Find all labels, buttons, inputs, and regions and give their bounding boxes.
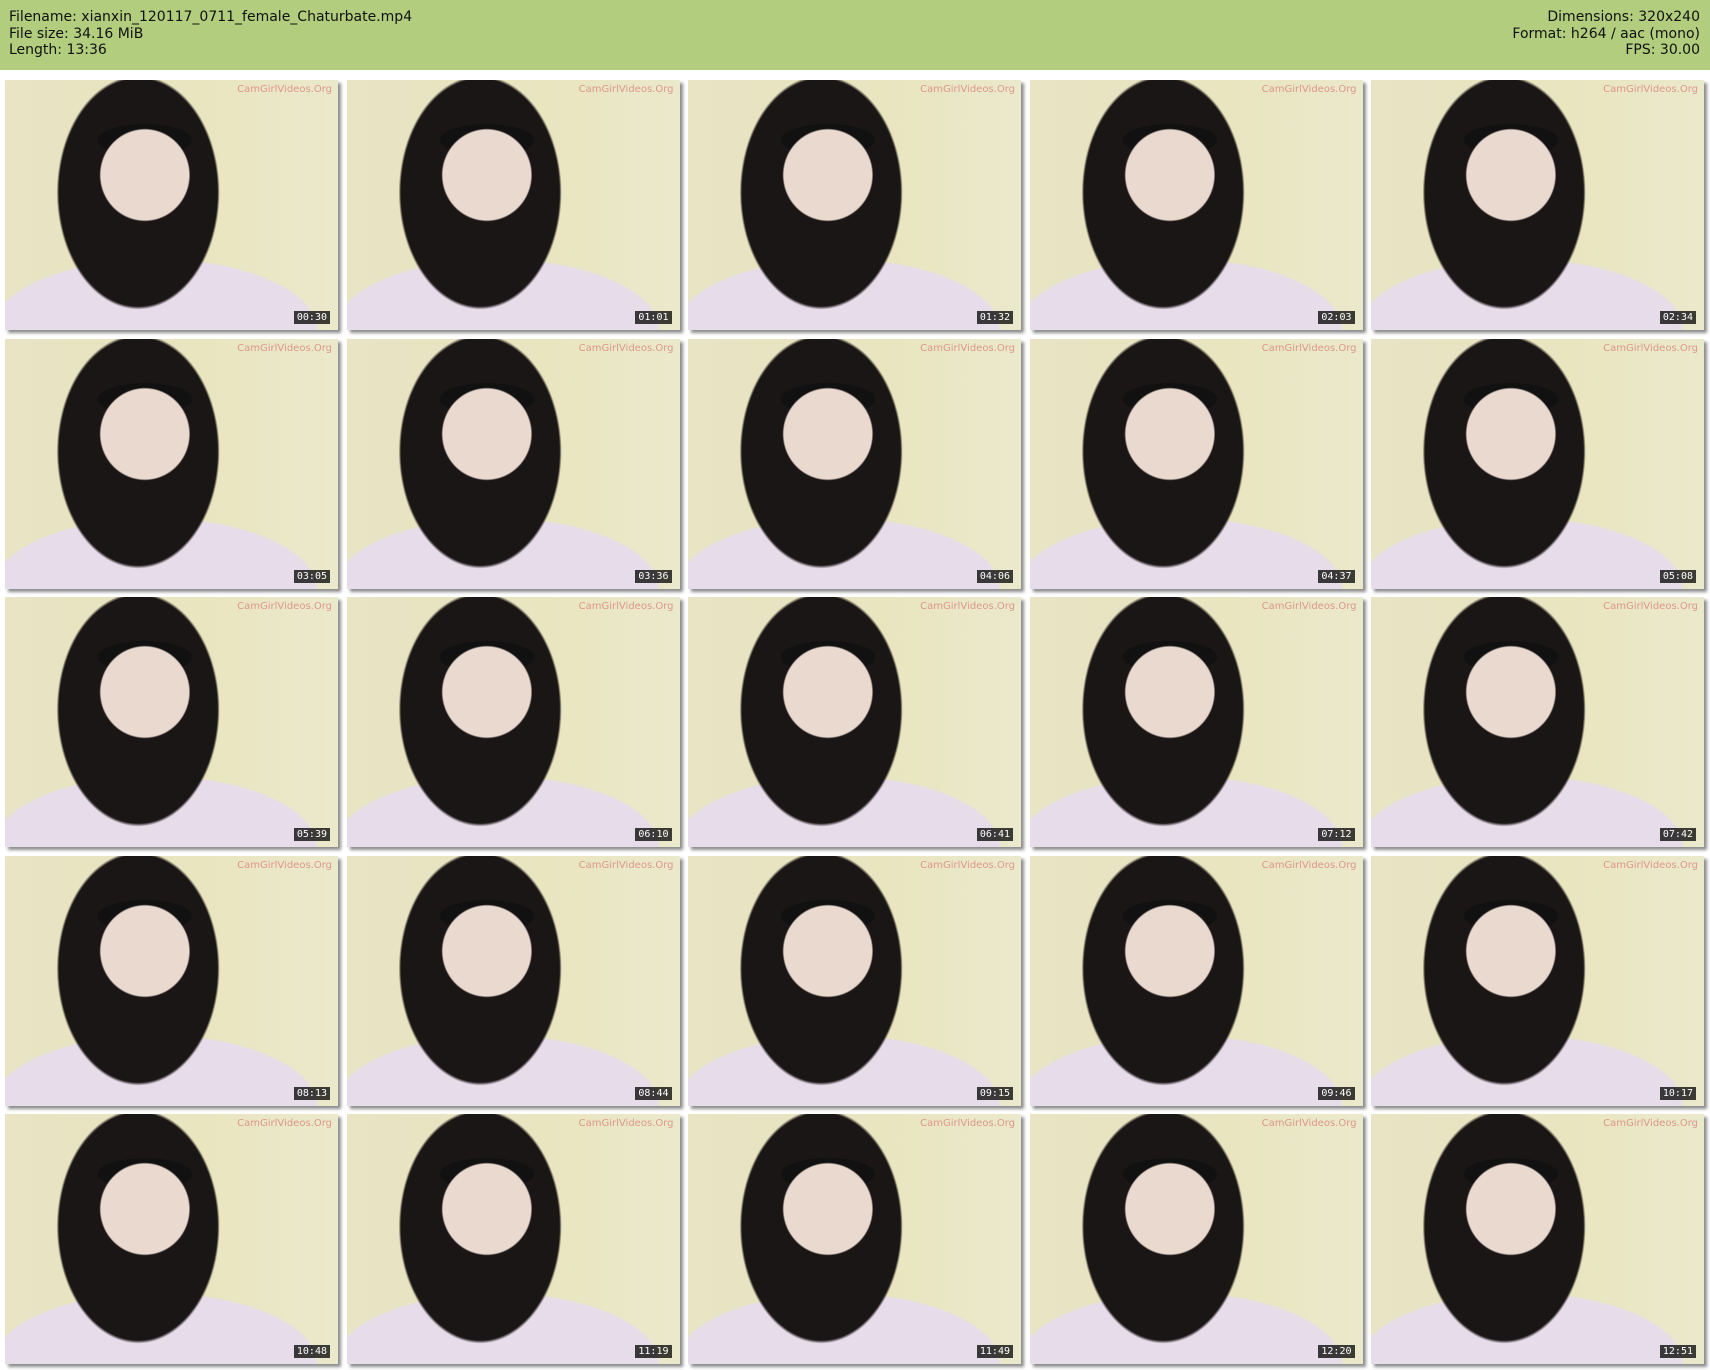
video-thumbnail: CamGirlVideos.Org 07:42 (1371, 597, 1704, 847)
filename: Filename: xianxin_120117_0711_female_Cha… (9, 9, 413, 25)
video-thumbnail: CamGirlVideos.Org 01:32 (688, 80, 1021, 330)
info-header: Filename: xianxin_120117_0711_female_Cha… (0, 0, 1710, 70)
watermark: CamGirlVideos.Org (1261, 342, 1357, 354)
watermark: CamGirlVideos.Org (1603, 342, 1698, 354)
video-thumbnail: CamGirlVideos.Org 09:15 (688, 855, 1021, 1106)
watermark: CamGirlVideos.Org (1261, 859, 1357, 871)
timestamp: 01:01 (635, 311, 672, 324)
timestamp: 02:34 (1659, 311, 1696, 324)
timestamp: 08:44 (635, 1086, 672, 1100)
thumbnail-grid: CamGirlVideos.Org 00:30 CamGirlVideos.Org 0… (5, 80, 1704, 1364)
watermark: CamGirlVideos.Org (1261, 84, 1357, 95)
file-size: File size: 34.16 MiB (9, 25, 144, 42)
video-thumbnail: CamGirlVideos.Org 06:10 (346, 597, 680, 847)
watermark: CamGirlVideos.Org (578, 342, 674, 354)
timestamp: 03:05 (293, 569, 330, 583)
video-thumbnail: CamGirlVideos.Org 12:51 (1371, 1114, 1704, 1364)
timestamp: 12:51 (1659, 1345, 1696, 1358)
watermark: CamGirlVideos.Org (920, 859, 1015, 871)
video-thumbnail: CamGirlVideos.Org 04:37 (1029, 338, 1363, 589)
timestamp: 12:20 (1318, 1345, 1355, 1358)
video-thumbnail: CamGirlVideos.Org 11:49 (688, 1114, 1021, 1364)
timestamp: 07:42 (1659, 828, 1696, 841)
timestamp: 03:36 (635, 569, 672, 583)
fps: FPS: 30.00 (1625, 42, 1700, 58)
watermark: CamGirlVideos.Org (920, 601, 1015, 612)
video-thumbnail: CamGirlVideos.Org 04:06 (688, 338, 1021, 589)
video-thumbnail: CamGirlVideos.Org 10:17 (1371, 855, 1704, 1106)
timestamp: 04:37 (1318, 569, 1355, 583)
watermark: CamGirlVideos.Org (920, 342, 1015, 354)
dimensions: Dimensions: 320x240 (1547, 9, 1700, 25)
watermark: CamGirlVideos.Org (578, 1118, 674, 1129)
timestamp: 10:48 (293, 1345, 330, 1358)
timestamp: 11:49 (976, 1345, 1013, 1358)
timestamp: 10:17 (1659, 1086, 1696, 1100)
file-info-right: Dimensions: 320x240 Format: h264 / aac (… (1512, 9, 1700, 59)
timestamp: 08:13 (293, 1086, 330, 1100)
video-thumbnail: CamGirlVideos.Org 01:01 (346, 80, 680, 330)
video-thumbnail: CamGirlVideos.Org 00:30 (5, 80, 338, 330)
watermark: CamGirlVideos.Org (1603, 84, 1698, 95)
video-thumbnail: CamGirlVideos.Org 03:05 (5, 338, 338, 589)
watermark: CamGirlVideos.Org (578, 601, 674, 612)
watermark: CamGirlVideos.Org (1603, 1118, 1698, 1129)
video-thumbnail: CamGirlVideos.Org 05:08 (1371, 338, 1704, 589)
watermark: CamGirlVideos.Org (237, 84, 332, 95)
watermark: CamGirlVideos.Org (237, 342, 332, 354)
video-thumbnail: CamGirlVideos.Org 06:41 (688, 597, 1021, 847)
timestamp: 05:08 (1659, 569, 1696, 583)
watermark: CamGirlVideos.Org (1603, 859, 1698, 871)
watermark: CamGirlVideos.Org (578, 859, 674, 871)
timestamp: 04:06 (976, 569, 1013, 583)
watermark: CamGirlVideos.Org (578, 84, 674, 95)
video-thumbnail: CamGirlVideos.Org 11:19 (346, 1114, 680, 1364)
video-thumbnail: CamGirlVideos.Org 07:12 (1029, 597, 1363, 847)
video-thumbnail: CamGirlVideos.Org 05:39 (5, 597, 338, 847)
watermark: CamGirlVideos.Org (1603, 601, 1698, 612)
watermark: CamGirlVideos.Org (237, 1118, 332, 1129)
timestamp: 00:30 (293, 311, 330, 324)
video-thumbnail: CamGirlVideos.Org 03:36 (346, 338, 680, 589)
timestamp: 01:32 (976, 311, 1013, 324)
watermark: CamGirlVideos.Org (1261, 601, 1357, 612)
video-thumbnail: CamGirlVideos.Org 02:03 (1029, 80, 1363, 330)
length: Length: 13:36 (9, 42, 107, 58)
timestamp: 05:39 (293, 828, 330, 841)
format: Format: h264 / aac (mono) (1512, 25, 1700, 42)
timestamp: 09:15 (976, 1086, 1013, 1100)
video-thumbnail: CamGirlVideos.Org 09:46 (1029, 855, 1363, 1106)
timestamp: 06:10 (635, 828, 672, 841)
timestamp: 02:03 (1318, 311, 1355, 324)
timestamp: 06:41 (976, 828, 1013, 841)
watermark: CamGirlVideos.Org (920, 84, 1015, 95)
watermark: CamGirlVideos.Org (920, 1118, 1015, 1129)
video-thumbnail: CamGirlVideos.Org 08:13 (5, 855, 338, 1106)
timestamp: 11:19 (635, 1345, 672, 1358)
watermark: CamGirlVideos.Org (237, 601, 332, 612)
video-thumbnail: CamGirlVideos.Org 08:44 (346, 855, 680, 1106)
watermark: CamGirlVideos.Org (237, 859, 332, 871)
video-thumbnail: CamGirlVideos.Org 02:34 (1371, 80, 1704, 330)
video-thumbnail: CamGirlVideos.Org 10:48 (5, 1114, 338, 1364)
timestamp: 09:46 (1318, 1086, 1355, 1100)
video-thumbnail: CamGirlVideos.Org 12:20 (1029, 1114, 1363, 1364)
watermark: CamGirlVideos.Org (1261, 1118, 1357, 1129)
file-info-left: Filename: xianxin_120117_0711_female_Cha… (9, 9, 412, 59)
timestamp: 07:12 (1318, 828, 1355, 841)
